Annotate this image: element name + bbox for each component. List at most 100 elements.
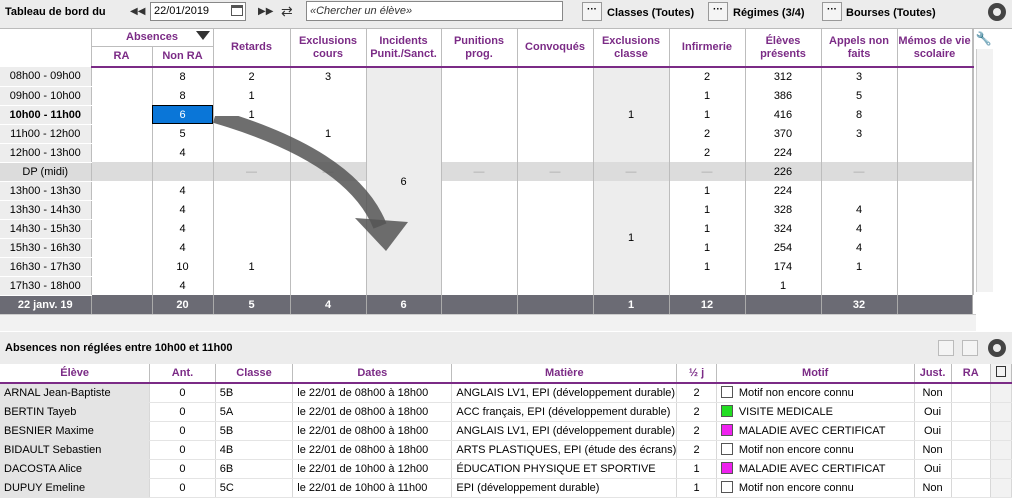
cell-ra[interactable]: [91, 162, 153, 181]
time-slot-label[interactable]: 10h00 - 11h00: [0, 105, 92, 125]
reason-cell[interactable]: MALADIE AVEC CERTIFICAT: [716, 421, 915, 441]
cell-non-ra[interactable]: 4: [152, 219, 214, 238]
cell-non-ra[interactable]: 4: [152, 238, 214, 257]
col-incidents[interactable]: Incidents Punit./Sanct.: [366, 29, 442, 68]
cell-appels[interactable]: [821, 276, 898, 295]
cell-exclusions-cours[interactable]: [290, 276, 367, 295]
col-exclusions-cours[interactable]: Exclusions cours: [290, 29, 367, 68]
wrench-icon[interactable]: 🔧: [975, 31, 993, 49]
time-slot-label[interactable]: DP (midi): [0, 162, 92, 182]
cell-infirmerie[interactable]: —: [669, 162, 746, 181]
col-punitions[interactable]: Punitions prog.: [441, 29, 518, 68]
cell-appels[interactable]: [821, 143, 898, 162]
cell-retards[interactable]: [213, 276, 291, 295]
cell-eleves-presents[interactable]: 224: [745, 143, 822, 162]
filter-icon[interactable]: [195, 31, 210, 40]
cell-convoques[interactable]: [517, 67, 594, 86]
reason-cell[interactable]: MALADIE AVEC CERTIFICAT: [716, 459, 915, 479]
cell-appels[interactable]: 5: [821, 86, 898, 105]
cell-appels[interactable]: 1: [821, 257, 898, 276]
cell-memos[interactable]: [897, 200, 973, 219]
cell-ra[interactable]: [91, 105, 153, 124]
reason-cell[interactable]: Motif non encore connu: [716, 383, 915, 403]
cell-eleves-presents[interactable]: 386: [745, 86, 822, 105]
cell-eleves-presents[interactable]: 370: [745, 124, 822, 143]
cell-punitions[interactable]: [441, 181, 518, 200]
absence-row[interactable]: ARNAL Jean-Baptiste 0 5B le 22/01 de 08h00 …: [0, 383, 1012, 403]
cell-convoques[interactable]: [517, 86, 594, 105]
cell-eleves-presents[interactable]: 174: [745, 257, 822, 276]
cell-punitions[interactable]: [441, 105, 518, 124]
cell-appels[interactable]: [821, 181, 898, 200]
student-search-input[interactable]: «Chercher un élève»: [306, 1, 563, 21]
cell-punitions[interactable]: [441, 143, 518, 162]
cell-convoques[interactable]: [517, 143, 594, 162]
col-convoques[interactable]: Convoqués: [517, 29, 594, 68]
cell-infirmerie[interactable]: 2: [669, 143, 746, 162]
col-non-ra[interactable]: Non RA: [152, 46, 214, 68]
cell-memos[interactable]: [897, 276, 973, 295]
cell-memos[interactable]: [897, 181, 973, 200]
cell-convoques[interactable]: [517, 181, 594, 200]
reason-cell[interactable]: Motif non encore connu: [716, 478, 915, 498]
time-slot-label[interactable]: 11h00 - 12h00: [0, 124, 92, 144]
cell-eleves-presents[interactable]: 416: [745, 105, 822, 124]
cell-convoques[interactable]: [517, 200, 594, 219]
cell-exclusions-classe[interactable]: —: [593, 162, 670, 181]
cell-non-ra[interactable]: 4: [152, 181, 214, 200]
grid-vertical-scrollbar[interactable]: [976, 49, 993, 292]
cell-ra[interactable]: [91, 257, 153, 276]
cell-eleves-presents[interactable]: 254: [745, 238, 822, 257]
time-slot-label[interactable]: 13h00 - 13h30: [0, 181, 92, 201]
cell-memos[interactable]: [897, 105, 973, 124]
id-card-icon[interactable]: [962, 340, 978, 356]
cell-appels[interactable]: 4: [821, 238, 898, 257]
cell-appels[interactable]: 4: [821, 200, 898, 219]
grid-horizontal-scrollbar[interactable]: [0, 314, 976, 331]
cell-exclusions-classe[interactable]: 1: [593, 181, 670, 295]
cell-retards[interactable]: 1: [213, 257, 291, 276]
cell-exclusions-classe[interactable]: 1: [593, 67, 670, 162]
bourses-filter-button[interactable]: ···: [822, 2, 842, 21]
cell-infirmerie[interactable]: 1: [669, 238, 746, 257]
cell-exclusions-cours[interactable]: 3: [290, 67, 367, 86]
col-demi-journee[interactable]: ½ j: [676, 364, 717, 384]
cell-punitions[interactable]: [441, 67, 518, 86]
cell-convoques[interactable]: [517, 257, 594, 276]
cell-non-ra[interactable]: 10: [152, 257, 214, 276]
col-classe[interactable]: Classe: [215, 364, 294, 384]
cell-ra[interactable]: [91, 181, 153, 200]
cell-convoques[interactable]: [517, 219, 594, 238]
regimes-filter-button[interactable]: ···: [708, 2, 728, 21]
reason-cell[interactable]: Motif non encore connu: [716, 440, 915, 460]
copy-icon[interactable]: [990, 364, 1012, 384]
cell-punitions[interactable]: [441, 86, 518, 105]
cell-exclusions-cours[interactable]: [290, 86, 367, 105]
list-settings-gear-icon[interactable]: [988, 339, 1006, 357]
col-ant[interactable]: Ant.: [149, 364, 216, 384]
time-slot-label[interactable]: 12h00 - 13h00: [0, 143, 92, 163]
cell-eleves-presents[interactable]: 324: [745, 219, 822, 238]
refresh-icon[interactable]: ⇄: [281, 3, 293, 20]
cell-non-ra[interactable]: 4: [152, 143, 214, 162]
col-appels-non-faits[interactable]: Appels non faits: [821, 29, 898, 68]
col-ra[interactable]: RA: [91, 46, 153, 68]
col-memos[interactable]: Mémos de vie scolaire: [897, 29, 973, 68]
cell-ra[interactable]: [91, 143, 153, 162]
time-slot-label[interactable]: 08h00 - 09h00: [0, 67, 92, 87]
col-eleve[interactable]: Élève: [0, 364, 151, 384]
absence-row[interactable]: BESNIER Maxime 0 5B le 22/01 de 08h00 à 18h…: [0, 421, 1012, 441]
cell-memos[interactable]: [897, 162, 973, 181]
cell-infirmerie[interactable]: 1: [669, 200, 746, 219]
cell-memos[interactable]: [897, 124, 973, 143]
time-slot-label[interactable]: 17h30 - 18h00: [0, 276, 92, 296]
cell-convoques[interactable]: [517, 124, 594, 143]
cell-non-ra[interactable]: 6: [152, 105, 214, 124]
cell-memos[interactable]: [897, 86, 973, 105]
cell-infirmerie[interactable]: 2: [669, 124, 746, 143]
time-slot-label[interactable]: 09h00 - 10h00: [0, 86, 92, 106]
cell-memos[interactable]: [897, 219, 973, 238]
cell-punitions[interactable]: [441, 124, 518, 143]
reason-cell[interactable]: VISITE MEDICALE: [716, 402, 915, 422]
calendar-icon[interactable]: [231, 5, 243, 16]
